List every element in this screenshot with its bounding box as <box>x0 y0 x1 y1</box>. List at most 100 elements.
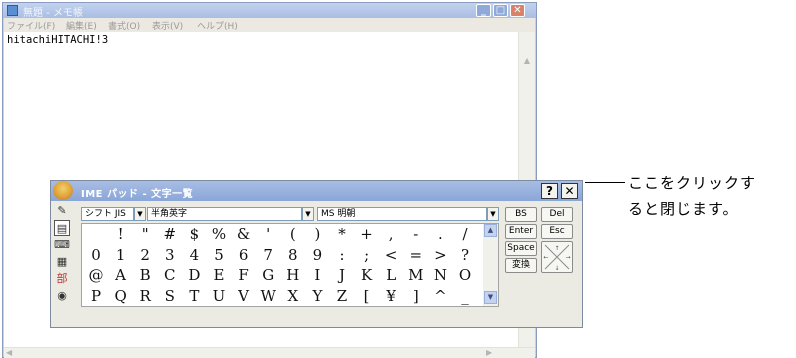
char-cell[interactable]: Y <box>307 286 327 306</box>
char-cell[interactable]: Q <box>111 286 131 306</box>
pen-icon[interactable]: ✎ <box>54 203 70 219</box>
char-cell[interactable]: 9 <box>307 245 327 265</box>
char-cell[interactable]: ' <box>258 224 278 244</box>
category-select[interactable]: 半角英字 <box>147 207 302 221</box>
char-cell[interactable]: M <box>406 265 426 285</box>
char-cell[interactable]: G <box>258 265 278 285</box>
horizontal-scrollbar[interactable]: ◀ ▶ <box>4 347 535 358</box>
char-cell[interactable]: 8 <box>283 245 303 265</box>
radical-icon[interactable]: ▦ <box>54 254 70 270</box>
char-cell[interactable]: _ <box>455 286 475 306</box>
char-cell[interactable]: > <box>430 245 450 265</box>
char-cell[interactable]: = <box>406 245 426 265</box>
char-cell[interactable]: , <box>381 224 401 244</box>
grid-scrollbar[interactable]: ▲ ▼ <box>483 224 498 306</box>
char-cell[interactable]: F <box>234 265 254 285</box>
keyboard-icon[interactable]: ⌨ <box>54 237 70 253</box>
maximize-button[interactable]: □ <box>493 4 508 17</box>
close-button[interactable]: ✕ <box>510 4 525 17</box>
char-cell[interactable]: " <box>135 224 155 244</box>
char-cell[interactable]: T <box>184 286 204 306</box>
char-cell[interactable]: 4 <box>184 245 204 265</box>
char-cell[interactable]: 6 <box>234 245 254 265</box>
char-cell[interactable]: ( <box>283 224 303 244</box>
char-cell[interactable]: E <box>209 265 229 285</box>
menu-help[interactable]: ヘルプ(H) <box>197 19 238 32</box>
char-cell[interactable]: 1 <box>111 245 131 265</box>
category-dropdown-icon[interactable]: ▼ <box>302 207 314 221</box>
char-cell[interactable]: 5 <box>209 245 229 265</box>
char-cell[interactable]: # <box>160 224 180 244</box>
menu-edit[interactable]: 編集(E) <box>66 19 97 32</box>
char-cell[interactable]: C <box>160 265 180 285</box>
char-cell[interactable]: & <box>234 224 254 244</box>
char-cell[interactable]: / <box>455 224 475 244</box>
enter-button[interactable]: Enter <box>505 224 537 239</box>
grid-scroll-down-icon[interactable]: ▼ <box>484 291 497 304</box>
space-button[interactable]: Space <box>505 241 537 256</box>
del-button[interactable]: Del <box>541 207 573 222</box>
char-cell[interactable]: ? <box>455 245 475 265</box>
char-cell[interactable]: U <box>209 286 229 306</box>
char-cell[interactable]: N <box>430 265 450 285</box>
char-cell[interactable]: ) <box>307 224 327 244</box>
char-cell[interactable]: W <box>258 286 278 306</box>
char-cell[interactable]: 3 <box>160 245 180 265</box>
char-cell[interactable]: . <box>430 224 450 244</box>
char-cell[interactable]: X <box>283 286 303 306</box>
ime-close-button[interactable]: ✕ <box>561 183 578 199</box>
help-button[interactable]: ? <box>541 183 558 199</box>
bs-button[interactable]: BS <box>505 207 537 222</box>
char-cell[interactable]: L <box>381 265 401 285</box>
char-cell[interactable]: P <box>86 286 106 306</box>
scroll-up-icon[interactable]: ▲ <box>521 56 533 65</box>
charset-dropdown-icon[interactable]: ▼ <box>134 207 146 221</box>
scroll-left-icon[interactable]: ◀ <box>6 348 12 357</box>
char-cell[interactable]: < <box>381 245 401 265</box>
char-cell[interactable]: ; <box>357 245 377 265</box>
char-cell[interactable]: B <box>135 265 155 285</box>
notepad-title-bar[interactable]: 無題 - メモ帳 _ □ ✕ <box>3 3 536 19</box>
char-cell[interactable]: @ <box>86 265 106 285</box>
char-cell[interactable]: 7 <box>258 245 278 265</box>
char-cell[interactable]: : <box>332 245 352 265</box>
char-cell[interactable] <box>86 224 106 244</box>
char-cell[interactable]: - <box>406 224 426 244</box>
char-cell[interactable]: 0 <box>86 245 106 265</box>
menu-format[interactable]: 書式(O) <box>108 19 140 32</box>
char-cell[interactable]: D <box>184 265 204 285</box>
font-select[interactable]: MS 明朝 <box>317 207 487 221</box>
char-cell[interactable]: I <box>307 265 327 285</box>
soft-keyboard-icon[interactable]: ◉ <box>54 288 70 304</box>
convert-button[interactable]: 変換 <box>505 258 537 273</box>
list-icon[interactable]: ▤ <box>54 220 70 236</box>
font-dropdown-icon[interactable]: ▼ <box>487 207 499 221</box>
char-cell[interactable]: 2 <box>135 245 155 265</box>
menu-view[interactable]: 表示(V) <box>152 19 183 32</box>
stroke-icon[interactable]: 部 <box>54 271 70 287</box>
grid-scroll-up-icon[interactable]: ▲ <box>484 224 497 237</box>
char-cell[interactable]: O <box>455 265 475 285</box>
char-cell[interactable]: S <box>160 286 180 306</box>
char-cell[interactable]: ] <box>406 286 426 306</box>
char-cell[interactable]: + <box>357 224 377 244</box>
arrow-pad[interactable]: ↑ ↓ ← → <box>541 241 573 273</box>
char-cell[interactable]: $ <box>184 224 204 244</box>
menu-file[interactable]: ファイル(F) <box>7 19 55 32</box>
char-cell[interactable]: ! <box>111 224 131 244</box>
char-cell[interactable]: V <box>234 286 254 306</box>
char-cell[interactable]: Z <box>332 286 352 306</box>
char-cell[interactable]: ¥ <box>381 286 401 306</box>
char-cell[interactable]: R <box>135 286 155 306</box>
scroll-right-icon[interactable]: ▶ <box>486 348 492 357</box>
char-cell[interactable]: H <box>283 265 303 285</box>
ime-title-bar[interactable]: IME パッド - 文字一覧 ? ✕ <box>51 181 582 201</box>
charset-select[interactable]: シフト JIS <box>81 207 134 221</box>
char-cell[interactable]: A <box>111 265 131 285</box>
char-cell[interactable]: J <box>332 265 352 285</box>
char-cell[interactable]: [ <box>357 286 377 306</box>
char-cell[interactable]: * <box>332 224 352 244</box>
char-cell[interactable]: K <box>357 265 377 285</box>
char-cell[interactable]: ^ <box>430 286 450 306</box>
minimize-button[interactable]: _ <box>476 4 491 17</box>
